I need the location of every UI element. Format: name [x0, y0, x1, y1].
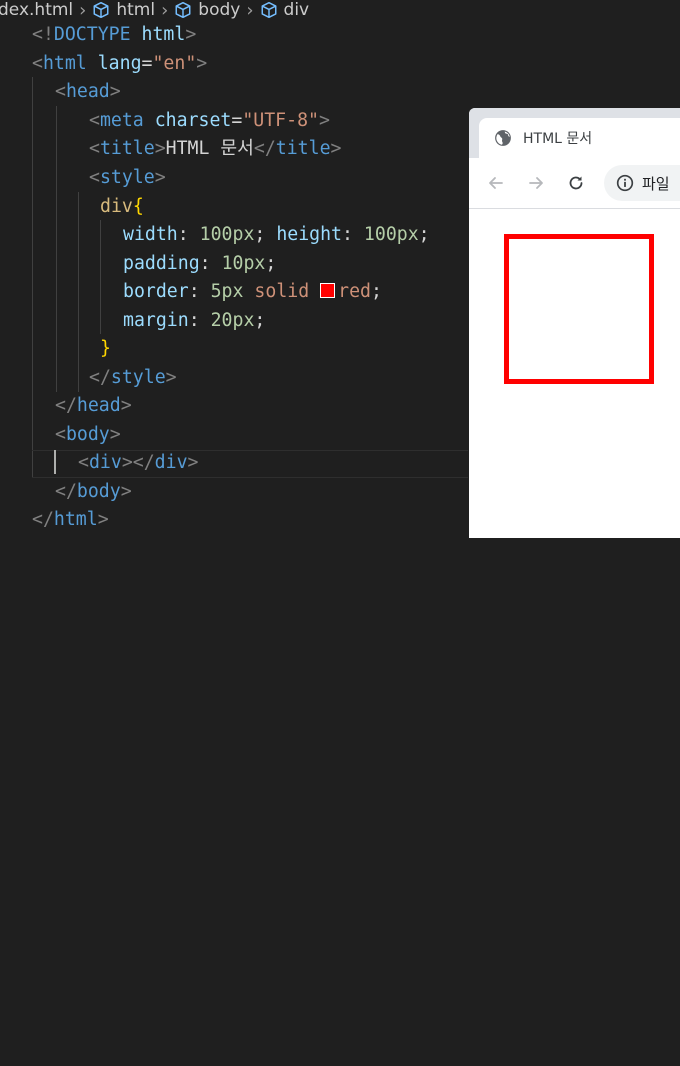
- tab-strip: HTML 문서: [469, 108, 680, 158]
- code-line-12: }: [100, 338, 111, 359]
- code-line-18: </html>: [32, 509, 109, 530]
- page-viewport: [469, 209, 680, 538]
- code-line-11: margin: 20px;: [123, 310, 266, 331]
- code-editor[interactable]: <!DOCTYPE html> <html lang="en"> <head> …: [0, 20, 468, 533]
- text-cursor: [54, 450, 56, 474]
- code-line-5: <title>HTML 문서</title>: [89, 138, 342, 159]
- browser-window: HTML 문서 파일: [469, 108, 680, 538]
- symbol-cube-icon: [93, 1, 109, 19]
- browser-tab[interactable]: HTML 문서: [479, 118, 680, 158]
- indent-guide: [100, 220, 101, 334]
- code-line-10: border: 5px solid red;: [123, 281, 382, 302]
- code-line-3: <head>: [55, 81, 121, 102]
- back-arrow-icon[interactable]: [485, 172, 507, 194]
- code-line-15: <body>: [55, 424, 121, 445]
- code-line-17: </body>: [55, 481, 132, 502]
- code-line-9: padding: 10px;: [123, 253, 277, 274]
- code-line-4: <meta charset="UTF-8">: [89, 110, 330, 131]
- chevron-right-icon: ›: [161, 0, 169, 21]
- breadcrumb-item-body[interactable]: body: [198, 0, 240, 20]
- globe-icon: [495, 130, 511, 146]
- tab-title: HTML 문서: [523, 131, 593, 147]
- code-line-8: width: 100px; height: 100px;: [123, 224, 430, 245]
- rendered-div-box: [504, 234, 654, 384]
- chevron-right-icon: ›: [246, 0, 254, 21]
- symbol-cube-icon: [175, 1, 191, 19]
- address-text: 파일: [642, 174, 670, 193]
- code-line-1: <!DOCTYPE html>: [32, 24, 197, 45]
- forward-arrow-icon[interactable]: [525, 172, 547, 194]
- symbol-cube-icon: [261, 1, 277, 19]
- breadcrumb-item-html[interactable]: html: [116, 0, 155, 20]
- chevron-right-icon: ›: [79, 0, 87, 21]
- code-line-16: <div></div>: [78, 452, 199, 473]
- breadcrumb: dex.html › html › body › div: [0, 0, 680, 21]
- indent-guide: [32, 77, 33, 477]
- code-line-14: </head>: [55, 395, 132, 416]
- code-line-13: </style>: [89, 367, 177, 388]
- indent-guide: [78, 192, 79, 392]
- color-swatch-icon[interactable]: [320, 283, 336, 298]
- code-line-6: <style>: [89, 167, 166, 188]
- breadcrumb-item-div[interactable]: div: [284, 0, 310, 20]
- code-line-2: <html lang="en">: [32, 53, 208, 74]
- breadcrumb-file[interactable]: dex.html: [0, 0, 73, 20]
- info-icon[interactable]: [616, 174, 634, 192]
- reload-icon[interactable]: [565, 172, 587, 194]
- indent-guide: [56, 106, 57, 392]
- address-bar[interactable]: 파일: [604, 165, 680, 201]
- code-line-7: div{: [100, 196, 144, 217]
